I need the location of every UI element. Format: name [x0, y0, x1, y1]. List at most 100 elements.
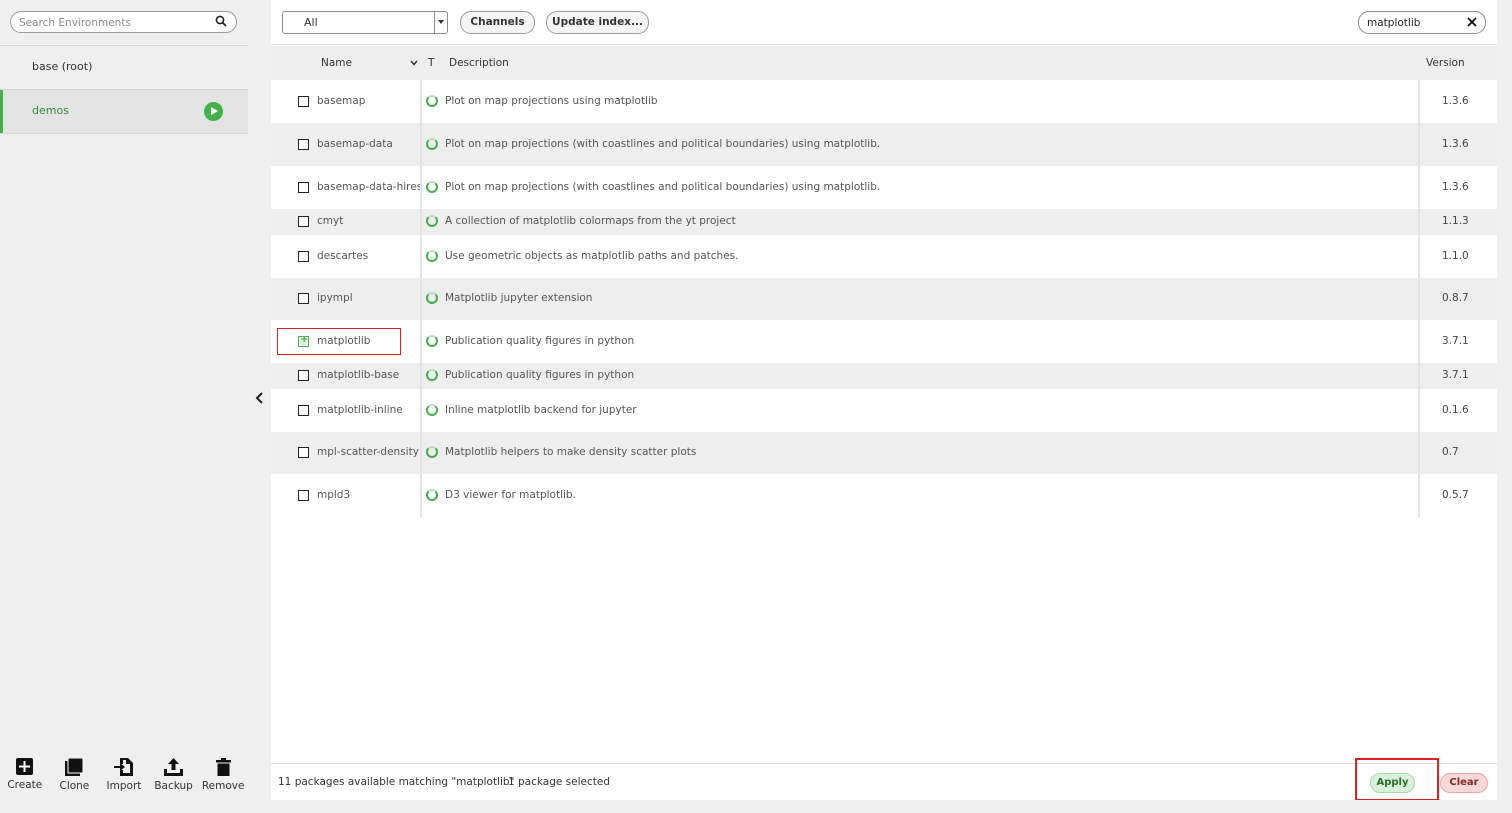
table-row[interactable]: basemap Plot on map projections using mat…	[271, 80, 1497, 123]
clone-icon	[64, 758, 84, 776]
column-divider	[420, 278, 422, 320]
column-divider	[420, 363, 422, 389]
package-name: cmyt	[317, 215, 344, 227]
package-checkbox[interactable]	[298, 139, 309, 150]
package-name: descartes	[317, 250, 369, 262]
close-icon[interactable]	[1467, 17, 1477, 30]
remove-button[interactable]: Remove	[198, 752, 248, 800]
package-checkbox[interactable]	[298, 182, 309, 193]
package-filter-value: All	[304, 16, 318, 29]
environment-label: base (root)	[32, 60, 93, 73]
environment-label: demos	[32, 104, 69, 117]
table-row[interactable]: mpld3 D3 viewer for matplotlib. 0.5.7	[271, 474, 1497, 517]
package-version: 0.1.6	[1442, 404, 1469, 416]
package-checkbox[interactable]	[298, 490, 309, 501]
environment-item-base[interactable]: base (root)	[0, 46, 248, 89]
package-checkbox[interactable]	[298, 96, 309, 107]
package-version: 1.3.6	[1442, 181, 1469, 193]
package-name: mpl-scatter-density	[317, 446, 419, 458]
package-version: 0.8.7	[1442, 292, 1469, 304]
update-index-button[interactable]: Update index...	[546, 11, 649, 34]
package-table-header: Name T Description Version	[271, 46, 1497, 80]
environment-search-input[interactable]	[19, 15, 209, 30]
status-icon	[426, 404, 438, 416]
package-checkbox[interactable]	[298, 405, 309, 416]
status-icon	[426, 95, 438, 107]
column-divider	[1418, 209, 1420, 235]
package-search-box[interactable]	[1358, 11, 1486, 34]
sort-down-icon[interactable]	[410, 60, 418, 66]
column-header-version[interactable]: Version	[1426, 57, 1465, 69]
table-row[interactable]: matplotlibPublication quality figures in…	[271, 320, 1497, 363]
packages-toolbar: All Channels Update index...	[271, 0, 1497, 45]
column-header-description[interactable]: Description	[449, 57, 509, 69]
package-checkbox[interactable]	[298, 293, 309, 304]
package-description: Matplotlib jupyter extension	[445, 292, 593, 304]
table-row[interactable]: cmyt A collection of matplotlib colormaps…	[271, 209, 1497, 235]
package-search-input[interactable]	[1367, 16, 1457, 30]
package-version: 3.7.1	[1442, 335, 1469, 347]
packages-panel: All Channels Update index... Name T Desc…	[271, 0, 1497, 801]
package-checkbox[interactable]	[298, 370, 309, 381]
table-row[interactable]: mpl-scatter-density Matplotlib helpers to…	[271, 432, 1497, 474]
column-header-type[interactable]: T	[428, 57, 434, 69]
package-checkbox[interactable]	[298, 216, 309, 227]
upload-icon	[164, 758, 184, 776]
package-version: 1.1.0	[1442, 250, 1469, 262]
package-name: mpld3	[317, 489, 351, 501]
play-icon[interactable]	[204, 102, 223, 121]
package-description: D3 viewer for matplotlib.	[445, 489, 576, 501]
column-divider	[1418, 235, 1420, 278]
status-icon	[426, 250, 438, 262]
match-count-text: 11 packages available matching "matplotl…	[278, 776, 515, 788]
channels-button[interactable]: Channels	[460, 11, 535, 34]
backup-button[interactable]: Backup	[149, 752, 199, 800]
status-icon	[426, 181, 438, 193]
package-checkbox[interactable]	[298, 251, 309, 262]
import-button[interactable]: Import	[99, 752, 149, 800]
environment-item-demos[interactable]: demos	[0, 90, 248, 133]
table-row[interactable]: matplotlib-base Publication quality figur…	[271, 363, 1497, 389]
package-description: Plot on map projections (with coastlines…	[445, 181, 881, 193]
status-icon	[426, 369, 438, 381]
column-divider	[1418, 432, 1420, 474]
status-icon	[426, 446, 438, 458]
column-divider	[420, 389, 422, 432]
package-description: Plot on map projections using matplotlib	[445, 95, 658, 107]
highlight-box	[1355, 758, 1439, 801]
package-filter-select[interactable]: All	[282, 11, 448, 34]
import-icon	[114, 758, 134, 776]
environment-search-box[interactable]	[10, 11, 237, 33]
column-divider	[1418, 123, 1420, 166]
chevron-left-icon[interactable]	[253, 390, 267, 406]
table-row[interactable]: descartes Use geometric objects as matplo…	[271, 235, 1497, 278]
package-name: matplotlib-inline	[317, 404, 403, 416]
plus-icon	[16, 758, 34, 775]
create-button[interactable]: Create	[0, 752, 50, 800]
column-divider	[1418, 80, 1420, 123]
package-version: 1.3.6	[1442, 95, 1469, 107]
column-divider	[420, 474, 422, 517]
selected-count-text: 1 package selected	[508, 776, 611, 788]
package-checkbox[interactable]	[298, 447, 309, 458]
package-name: matplotlib-base	[317, 369, 400, 381]
chevron-down-icon[interactable]	[434, 12, 447, 33]
column-divider	[420, 235, 422, 278]
column-divider	[1418, 389, 1420, 432]
table-row[interactable]: ipympl Matplotlib jupyter extension 0.8.7	[271, 278, 1497, 320]
table-row[interactable]: matplotlib-inline Inline matplotlib backe…	[271, 389, 1497, 432]
table-row[interactable]: basemap-data-hires Plot on map projection…	[271, 166, 1497, 209]
package-description: Publication quality figures in python	[445, 369, 635, 381]
clear-button[interactable]: Clear	[1440, 773, 1488, 793]
column-header-name[interactable]: Name	[321, 57, 352, 69]
package-description: Plot on map projections (with coastlines…	[445, 138, 881, 150]
table-row[interactable]: basemap-data Plot on map projections (wit…	[271, 123, 1497, 166]
highlight-box	[277, 328, 401, 355]
divider	[0, 133, 248, 134]
package-description: Use geometric objects as matplotlib path…	[445, 250, 739, 262]
import-label: Import	[106, 780, 142, 792]
search-icon[interactable]	[215, 15, 227, 30]
clone-button[interactable]: Clone	[50, 752, 100, 800]
trash-icon	[215, 758, 231, 776]
column-divider	[420, 320, 422, 363]
